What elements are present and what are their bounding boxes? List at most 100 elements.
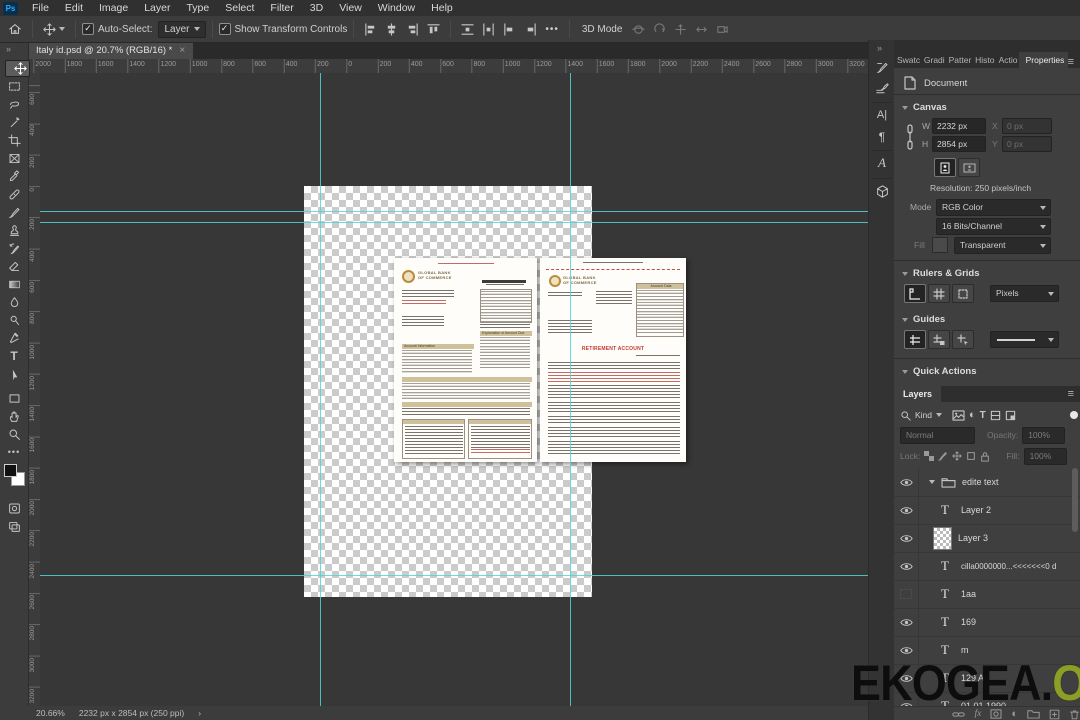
show-transform-checkbox[interactable]: ✓ xyxy=(218,23,231,35)
grid-toggle-button[interactable] xyxy=(928,284,950,303)
horizontal-guide-3[interactable] xyxy=(40,575,868,576)
marquee-tool[interactable] xyxy=(5,78,23,94)
glyphs-panel-icon[interactable]: A xyxy=(873,154,891,172)
lasso-tool[interactable] xyxy=(5,96,23,112)
eyedropper-tool[interactable] xyxy=(5,168,23,184)
filter-pixel-icon[interactable] xyxy=(952,409,965,421)
menu-edit[interactable]: Edit xyxy=(57,0,91,16)
brush-tool[interactable] xyxy=(5,204,23,220)
auto-select-target-dropdown[interactable]: Layer xyxy=(158,20,206,38)
screen-mode-icon[interactable] xyxy=(5,518,23,534)
x-field[interactable]: 0 px xyxy=(1002,118,1052,134)
document-tab[interactable]: Italy id.psd @ 20.7% (RGB/16) * × xyxy=(28,42,194,59)
auto-select-checkbox[interactable]: ✓ xyxy=(82,23,94,35)
layers-menu-icon[interactable]: ≡ xyxy=(1068,388,1074,400)
tab-swatches[interactable]: Swatc xyxy=(894,52,921,68)
snap-toggle-button[interactable] xyxy=(952,284,974,303)
eraser-tool[interactable] xyxy=(5,258,23,274)
color-swatches[interactable] xyxy=(4,464,25,490)
align-right-edges-icon[interactable] xyxy=(406,22,419,36)
ruler-units-select[interactable]: Pixels xyxy=(990,285,1059,302)
paragraph-panel-icon[interactable]: ¶ xyxy=(873,128,891,146)
link-dimensions-icon[interactable] xyxy=(906,124,914,150)
tab-patterns[interactable]: Patter xyxy=(946,52,972,68)
layer-row-text[interactable]: T cilla0000000...<<<<<<<0 d xyxy=(894,552,1080,581)
filter-adjustment-icon[interactable]: ◐ xyxy=(969,409,976,421)
brush-settings-icon[interactable] xyxy=(873,58,891,76)
healing-brush-tool[interactable] xyxy=(5,186,23,202)
dodge-tool[interactable] xyxy=(5,312,23,328)
horizontal-guide-2[interactable] xyxy=(40,222,868,223)
kind-filter-select[interactable]: Kind xyxy=(915,410,932,420)
filter-shape-icon[interactable] xyxy=(990,410,1001,421)
quick-mask-icon[interactable] xyxy=(5,500,23,516)
visibility-toggle[interactable] xyxy=(894,468,919,496)
height-field[interactable]: 2854 px xyxy=(932,136,986,152)
libraries-panel-icon[interactable] xyxy=(873,182,891,200)
tab-layers[interactable]: Layers xyxy=(894,386,942,402)
toolbar-collapse-icon[interactable]: » xyxy=(6,44,11,54)
layer-row-text[interactable]: T 169 xyxy=(894,608,1080,637)
align-top-edges-icon[interactable] xyxy=(427,23,440,36)
vertical-guide-1[interactable] xyxy=(320,73,321,706)
tab-actions[interactable]: Actio xyxy=(996,52,1019,68)
distribute-left-icon[interactable] xyxy=(503,22,516,36)
menu-filter[interactable]: Filter xyxy=(262,0,301,16)
pen-tool[interactable] xyxy=(5,330,23,346)
quick-selection-tool[interactable] xyxy=(5,114,23,130)
quick-actions-section-header[interactable]: Quick Actions xyxy=(902,366,977,377)
home-icon[interactable] xyxy=(8,22,22,36)
path-selection-tool[interactable] xyxy=(5,366,23,382)
strip-collapse-icon[interactable]: » xyxy=(877,43,882,53)
fill-select[interactable]: Transparent xyxy=(954,237,1051,254)
move-tool[interactable] xyxy=(5,60,30,77)
filter-type-icon[interactable]: T xyxy=(980,410,986,421)
type-tool[interactable]: T xyxy=(5,348,23,364)
visibility-toggle[interactable] xyxy=(894,552,919,580)
lock-transparency-icon[interactable] xyxy=(924,451,935,461)
close-tab-icon[interactable]: × xyxy=(179,45,185,56)
horizontal-guide-1[interactable] xyxy=(40,211,868,212)
menu-3d[interactable]: 3D xyxy=(302,0,331,16)
align-left-edges-icon[interactable] xyxy=(364,22,377,36)
layer-row-text-hidden[interactable]: T 1aa xyxy=(894,580,1080,609)
shape-tool[interactable] xyxy=(5,390,23,406)
canvas-section-header[interactable]: Canvas xyxy=(902,102,947,113)
lock-all-icon[interactable] xyxy=(980,451,990,462)
crop-tool[interactable] xyxy=(5,132,23,148)
filter-smart-object-icon[interactable] xyxy=(1005,410,1016,421)
bit-depth-select[interactable]: 16 Bits/Channel xyxy=(936,218,1051,235)
tab-history[interactable]: Histo xyxy=(972,52,995,68)
distribute-right-icon[interactable] xyxy=(524,22,537,36)
zoom-tool[interactable] xyxy=(5,426,23,442)
guides-section-header[interactable]: Guides xyxy=(902,314,945,325)
move-tool-icon[interactable] xyxy=(43,22,65,36)
character-panel-icon[interactable]: A| xyxy=(873,106,891,124)
menu-file[interactable]: File xyxy=(24,0,57,16)
visibility-toggle[interactable] xyxy=(894,496,919,524)
visibility-toggle[interactable] xyxy=(894,580,919,608)
visibility-toggle[interactable] xyxy=(894,608,919,636)
3d-orbit-icon[interactable] xyxy=(632,23,646,36)
zoom-level[interactable]: 20.66% xyxy=(36,708,65,718)
lock-guides-button[interactable] xyxy=(928,330,950,349)
menu-window[interactable]: Window xyxy=(370,0,423,16)
lock-artboard-icon[interactable] xyxy=(966,451,976,461)
panel-menu-icon[interactable]: ≡ xyxy=(1068,56,1080,68)
guide-style-select[interactable] xyxy=(990,331,1059,348)
tab-gradients[interactable]: Gradi xyxy=(921,52,946,68)
menu-image[interactable]: Image xyxy=(91,0,136,16)
menu-layer[interactable]: Layer xyxy=(136,0,178,16)
y-field[interactable]: 0 px xyxy=(1002,136,1052,152)
align-horizontal-centers-icon[interactable] xyxy=(385,22,398,36)
3d-slide-icon[interactable] xyxy=(695,23,708,36)
edit-toolbar-icon[interactable]: ••• xyxy=(5,444,23,460)
gradient-tool[interactable] xyxy=(5,276,23,292)
visibility-toggle[interactable] xyxy=(894,524,919,552)
vertical-guide-2[interactable] xyxy=(570,73,571,706)
orientation-landscape-button[interactable] xyxy=(958,158,980,177)
status-chevron-icon[interactable]: › xyxy=(198,708,201,718)
hand-tool[interactable] xyxy=(5,408,23,424)
3d-pan-icon[interactable] xyxy=(674,23,687,36)
brushes-icon[interactable] xyxy=(873,80,891,98)
